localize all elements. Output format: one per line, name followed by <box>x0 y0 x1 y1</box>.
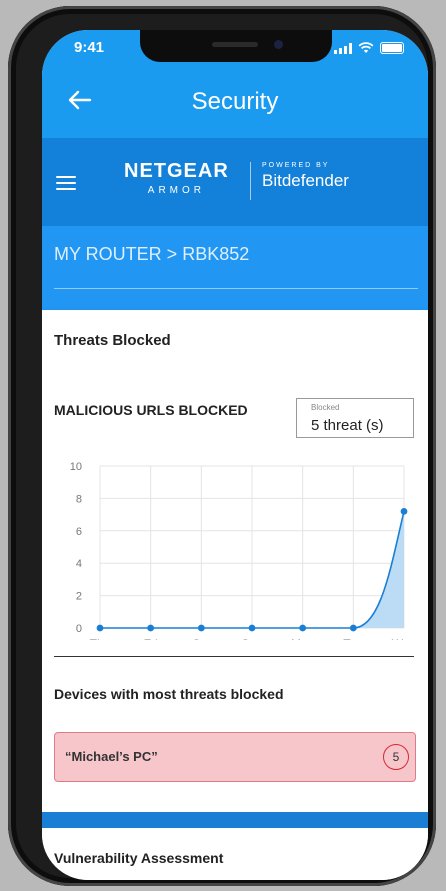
malicious-urls-title: MALICIOUS URLS BLOCKED <box>54 402 248 418</box>
hamburger-menu-icon[interactable] <box>56 176 76 191</box>
router-breadcrumb-bar: MY ROUTER > RBK852 <box>42 226 428 310</box>
speaker-grille <box>212 42 258 47</box>
brand-bar: NETGEAR ARMOR POWERED BY Bitdefender <box>42 138 428 226</box>
data-point <box>147 624 155 632</box>
y-tick-label: 2 <box>76 591 82 603</box>
status-time: 9:41 <box>74 39 105 56</box>
data-point <box>349 624 357 632</box>
malicious-urls-chart: 0 2 4 6 8 10 Thu Fri Sat Sun Mon Tue Wed <box>70 461 414 640</box>
device-name: “Michael’s PC” <box>65 749 158 764</box>
y-tick-label: 10 <box>70 461 82 473</box>
front-camera <box>274 40 283 49</box>
x-tick-label: Mon <box>291 637 314 640</box>
x-tick-label: Wed <box>392 637 414 640</box>
breadcrumb-underline <box>54 288 418 289</box>
x-tick-label: Sun <box>241 637 262 640</box>
x-tick-label: Tue <box>343 637 364 640</box>
vulnerability-title: Vulnerability Assessment <box>54 850 224 866</box>
netgear-wordmark: NETGEAR <box>124 160 229 182</box>
blocked-value: 5 threat (s) <box>311 417 384 434</box>
x-tick-label: Fri <box>144 637 158 640</box>
threats-blocked-card[interactable]: Threats Blocked <box>42 310 428 366</box>
page-title: Security <box>191 88 279 115</box>
data-point <box>96 624 104 632</box>
armor-wordmark: ARMOR <box>147 185 206 196</box>
battery-icon <box>380 42 404 54</box>
x-tick-label: Thu <box>90 637 111 640</box>
y-tick-label: 4 <box>76 558 82 570</box>
bitdefender-logo: POWERED BY Bitdefender <box>262 162 349 191</box>
device-notch <box>140 30 332 62</box>
y-tick-label: 6 <box>76 526 82 538</box>
device-threat-count: 5 <box>383 744 409 770</box>
app-screen: 9:41 Security NETGEAR ARMOR POWERED BY B… <box>42 30 428 880</box>
phone-frame: 9:41 Security NETGEAR ARMOR POWERED BY B… <box>8 6 436 886</box>
data-point <box>299 624 307 632</box>
data-point <box>248 624 256 632</box>
devices-title: Devices with most threats blocked <box>54 686 284 702</box>
blocked-count-box: Blocked 5 threat (s) <box>296 398 414 438</box>
cellular-signal-icon <box>334 42 352 54</box>
powered-by-text: POWERED BY <box>262 162 330 169</box>
router-breadcrumb[interactable]: MY ROUTER > RBK852 <box>54 244 249 265</box>
y-tick-label: 0 <box>76 623 82 635</box>
netgear-armor-logo: NETGEAR ARMOR <box>124 160 229 196</box>
section-divider <box>54 656 414 657</box>
y-tick-label: 8 <box>76 493 82 505</box>
section-separator <box>42 812 428 828</box>
brand-divider <box>250 162 251 200</box>
vulnerability-card[interactable]: Vulnerability Assessment <box>42 828 428 880</box>
bitdefender-wordmark: Bitdefender <box>262 171 349 190</box>
threats-blocked-title: Threats Blocked <box>54 332 171 349</box>
blocked-label: Blocked <box>311 403 340 412</box>
status-icons <box>334 42 404 54</box>
x-tick-label: Sat <box>192 637 211 640</box>
data-point <box>197 624 205 632</box>
data-point <box>400 507 408 515</box>
device-row[interactable]: “Michael’s PC” 5 <box>54 732 416 782</box>
wifi-icon <box>358 42 374 53</box>
